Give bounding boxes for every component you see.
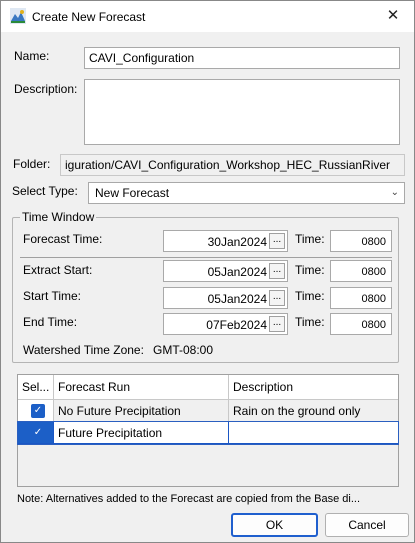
extract-start-time-label: Time: [295,263,325,277]
start-time-label: Start Time: [23,289,82,303]
ok-button[interactable]: OK [231,513,318,537]
end-date-value: 07Feb2024 [206,318,267,332]
close-icon[interactable]: ✕ [381,5,405,27]
column-header-select[interactable]: Sel... [18,375,54,400]
select-cell[interactable]: ✓ [18,400,54,422]
hec-forecast-icon [10,8,26,24]
end-date-field[interactable]: 07Feb2024 ... [163,313,288,335]
name-label: Name: [14,49,50,63]
forecast-time-label: Forecast Time: [23,232,103,246]
column-header-description[interactable]: Description [229,375,398,400]
start-time-value: 0800 [361,293,386,305]
title-bar: Create New Forecast ✕ [1,1,414,32]
start-date-value: 05Jan2024 [207,292,267,306]
name-field[interactable]: CAVI_Configuration [84,47,400,69]
forecast-date-field[interactable]: 30Jan2024 ... [163,230,288,252]
table-row[interactable]: ✓ No Future Precipitation Rain on the gr… [18,400,398,422]
description-field[interactable] [84,79,400,145]
forecast-date-value: 30Jan2024 [207,235,267,249]
forecast-runs-table: Sel... Forecast Run Description ✓ No Fut… [17,374,399,487]
start-time-time-label: Time: [295,289,325,303]
extract-start-time-field[interactable]: 0800 [330,260,392,282]
select-type-dropdown[interactable]: New Forecast ⌄ [88,182,405,204]
end-time-value: 0800 [361,319,386,331]
start-date-field[interactable]: 05Jan2024 ... [163,287,288,309]
extract-start-label: Extract Start: [23,263,93,277]
extract-start-time-value: 0800 [361,266,386,278]
time-window-title: Time Window [20,210,97,224]
forecast-time-time-label: Time: [295,232,325,246]
select-type-value: New Forecast [95,186,170,200]
cancel-button[interactable]: Cancel [325,513,409,537]
calendar-browse-button[interactable]: ... [269,316,285,332]
timezone-label: Watershed Time Zone: [23,343,144,357]
table-row[interactable]: ✓ Future Precipitation [17,421,399,445]
folder-field: iguration/CAVI_Configuration_Workshop_HE… [60,154,405,176]
end-time-field[interactable]: 0800 [330,313,392,335]
column-header-forecast-run[interactable]: Forecast Run [54,375,229,400]
extract-start-date-value: 05Jan2024 [207,265,267,279]
start-time-field[interactable]: 0800 [330,287,392,309]
folder-path: iguration/CAVI_Configuration_Workshop_HE… [65,158,391,172]
calendar-browse-button[interactable]: ... [269,290,285,306]
create-forecast-dialog: Create New Forecast ✕ Name: CAVI_Configu… [0,0,415,543]
forecast-run-cell[interactable]: No Future Precipitation [54,400,229,422]
checkbox-checked-icon[interactable]: ✓ [31,404,45,418]
folder-label: Folder: [13,157,51,171]
forecast-time-value: 0800 [361,236,386,248]
description-cell[interactable] [229,422,398,444]
select-cell[interactable]: ✓ [18,422,54,444]
description-label: Description: [14,82,78,96]
extract-start-date-field[interactable]: 05Jan2024 ... [163,260,288,282]
forecast-run-cell[interactable]: Future Precipitation [54,422,229,444]
end-time-label: End Time: [23,315,78,329]
time-window-divider [20,257,392,258]
calendar-browse-button[interactable]: ... [269,263,285,279]
timezone-value: GMT-08:00 [153,343,214,357]
description-cell[interactable]: Rain on the ground only [229,400,398,422]
end-time-time-label: Time: [295,315,325,329]
calendar-browse-button[interactable]: ... [269,233,285,249]
select-type-label: Select Type: [12,184,78,198]
checkbox-checked-icon[interactable]: ✓ [31,426,45,440]
note-text: Note: Alternatives added to the Forecast… [17,493,361,505]
chevron-down-icon: ⌄ [390,187,399,198]
forecast-time-field[interactable]: 0800 [330,230,392,252]
window-title: Create New Forecast [32,10,146,24]
